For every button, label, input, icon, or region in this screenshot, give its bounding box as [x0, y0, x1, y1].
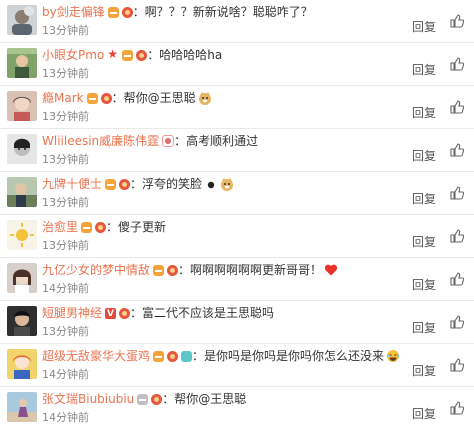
- timestamp: 14分钟前: [42, 282, 89, 295]
- comment-text: ：啊啊啊啊啊啊更新哥哥！: [178, 263, 323, 277]
- timestamp: 13分钟前: [42, 110, 89, 123]
- member-crown-icon: [86, 93, 98, 104]
- member-crown-icon: [105, 179, 117, 190]
- comment-text: ：帮你@王思聪: [162, 392, 247, 406]
- avatar[interactable]: [7, 48, 37, 78]
- comment-item: 九亿少女的梦中情敌 ：啊啊啊啊啊啊更新哥哥！ 14分钟前 回复: [0, 258, 474, 301]
- camera-badge-icon: [181, 351, 193, 362]
- username[interactable]: 超级无敌豪华大蛋鸡: [42, 349, 150, 363]
- timestamp: 14分钟前: [42, 411, 89, 424]
- reply-button[interactable]: 回复: [412, 276, 436, 293]
- star-icon: [107, 47, 119, 61]
- timestamp: 13分钟前: [42, 196, 89, 209]
- member-crown-icon: [81, 222, 93, 233]
- comment-item: 小眼女Pmo ：哈哈哈哈ha 13分钟前 回复: [0, 43, 474, 86]
- avatar[interactable]: [7, 263, 37, 293]
- reply-button[interactable]: 回复: [412, 362, 436, 379]
- reply-button[interactable]: 回复: [412, 61, 436, 78]
- comment-list: by剑走偏锋 ：啊？？？新新说啥？聪聪咋了？ 13分钟前 回复 小眼女Pmo ：哈哈…: [0, 0, 474, 430]
- thumbs-up-icon[interactable]: [450, 57, 464, 71]
- comment-item: 九牌十便士 ：浮夸的笑脸 13分钟前 回复: [0, 172, 474, 215]
- timestamp: 13分钟前: [42, 153, 89, 166]
- thumbs-up-icon[interactable]: [450, 272, 464, 286]
- verified-v-icon: [105, 307, 117, 321]
- reply-button[interactable]: 回复: [412, 405, 436, 422]
- avatar[interactable]: [7, 392, 37, 422]
- vip-badge-icon: [100, 93, 112, 104]
- username[interactable]: 瘾Mark: [42, 91, 84, 105]
- thumbs-up-icon[interactable]: [450, 14, 464, 28]
- thumbs-up-icon[interactable]: [450, 100, 464, 114]
- avatar[interactable]: [7, 91, 37, 121]
- timestamp: 13分钟前: [42, 24, 89, 37]
- vip-badge-icon: [119, 308, 131, 319]
- heart-emoji-icon: [324, 264, 338, 276]
- avatar[interactable]: [7, 177, 37, 207]
- thumbs-up-icon[interactable]: [450, 358, 464, 372]
- comment-item: 治愈里 ：傻子更新 13分钟前 回复: [0, 215, 474, 258]
- vip-badge-icon: [136, 50, 148, 61]
- member-crown-icon: [153, 351, 165, 362]
- reply-button[interactable]: 回复: [412, 190, 436, 207]
- vip-badge-icon: [167, 265, 179, 276]
- comment-item: 张文瑞Biubiubiu ：帮你@王思聪 14分钟前 回复: [0, 387, 474, 430]
- vip-badge-icon: [95, 222, 107, 233]
- timestamp: 13分钟前: [42, 239, 89, 252]
- timestamp: 14分钟前: [42, 368, 89, 381]
- comment-item: 超级无敌豪华大蛋鸡 ：是你吗是你吗是你吗你怎么还没来 14分钟前 回复: [0, 344, 474, 387]
- username[interactable]: 短腿男神经: [42, 306, 102, 320]
- reply-button[interactable]: 回复: [412, 147, 436, 164]
- avatar[interactable]: [7, 5, 37, 35]
- member-crown-icon: [107, 7, 119, 18]
- comment-text: ：哈哈哈哈ha: [147, 48, 223, 62]
- vip-badge-icon: [121, 7, 133, 18]
- comment-text: ：浮夸的笑脸: [130, 177, 203, 191]
- avatar[interactable]: [7, 349, 37, 379]
- black-dot-emoji-icon: [207, 181, 215, 189]
- thumbs-up-icon[interactable]: [450, 315, 464, 329]
- thumbs-up-icon[interactable]: [450, 143, 464, 157]
- laughing-tears-emoji-icon: [386, 350, 400, 362]
- thumbs-up-icon[interactable]: [450, 401, 464, 415]
- comment-text: ：是你吗是你吗是你吗你怎么还没来: [192, 349, 385, 363]
- reply-button[interactable]: 回复: [412, 104, 436, 121]
- reply-button[interactable]: 回复: [412, 319, 436, 336]
- username[interactable]: 张文瑞Biubiubiu: [42, 392, 134, 406]
- member-crown-icon: [122, 50, 134, 61]
- comment-item: 瘾Mark ：帮你@王思聪 13分钟前 回复: [0, 86, 474, 129]
- doge-emoji-icon: [198, 92, 211, 105]
- username[interactable]: 小眼女Pmo: [42, 48, 104, 62]
- comment-item: by剑走偏锋 ：啊？？？新新说啥？聪聪咋了？ 13分钟前 回复: [0, 0, 474, 43]
- vip-badge-icon: [119, 179, 131, 190]
- thumbs-up-icon[interactable]: [450, 229, 464, 243]
- comment-text: ：帮你@王思聪: [111, 91, 196, 105]
- comment-item: Wliileesin威廉陈伟霆 ：高考顺利通过 13分钟前 回复: [0, 129, 474, 172]
- comment-item: 短腿男神经 ：富二代不应该是王思聪吗 13分钟前 回复: [0, 301, 474, 344]
- vip-badge-icon: [167, 351, 179, 362]
- member-crown-icon: [153, 265, 165, 276]
- username[interactable]: 九亿少女的梦中情敌: [42, 263, 150, 277]
- timestamp: 13分钟前: [42, 67, 89, 80]
- username[interactable]: 九牌十便士: [42, 177, 102, 191]
- username[interactable]: Wliileesin威廉陈伟霆: [42, 134, 159, 148]
- doge-emoji-icon: [221, 178, 234, 191]
- comment-text: ：富二代不应该是王思聪吗: [130, 306, 275, 320]
- username[interactable]: 治愈里: [42, 220, 78, 234]
- vip-badge-icon: [151, 394, 163, 405]
- avatar[interactable]: [7, 220, 37, 250]
- reply-button[interactable]: 回复: [412, 233, 436, 250]
- comment-text: ：傻子更新: [106, 220, 167, 234]
- fan-badge-icon: [162, 135, 175, 147]
- reply-button[interactable]: 回复: [412, 18, 436, 35]
- member-crown-icon: [137, 394, 149, 405]
- timestamp: 13分钟前: [42, 325, 89, 338]
- avatar[interactable]: [7, 306, 37, 336]
- username[interactable]: by剑走偏锋: [42, 5, 105, 19]
- comment-text: ：高考顺利通过: [174, 134, 259, 148]
- thumbs-up-icon[interactable]: [450, 186, 464, 200]
- avatar[interactable]: [7, 134, 37, 164]
- comment-text: ：啊？？？新新说啥？聪聪咋了？: [132, 5, 313, 19]
